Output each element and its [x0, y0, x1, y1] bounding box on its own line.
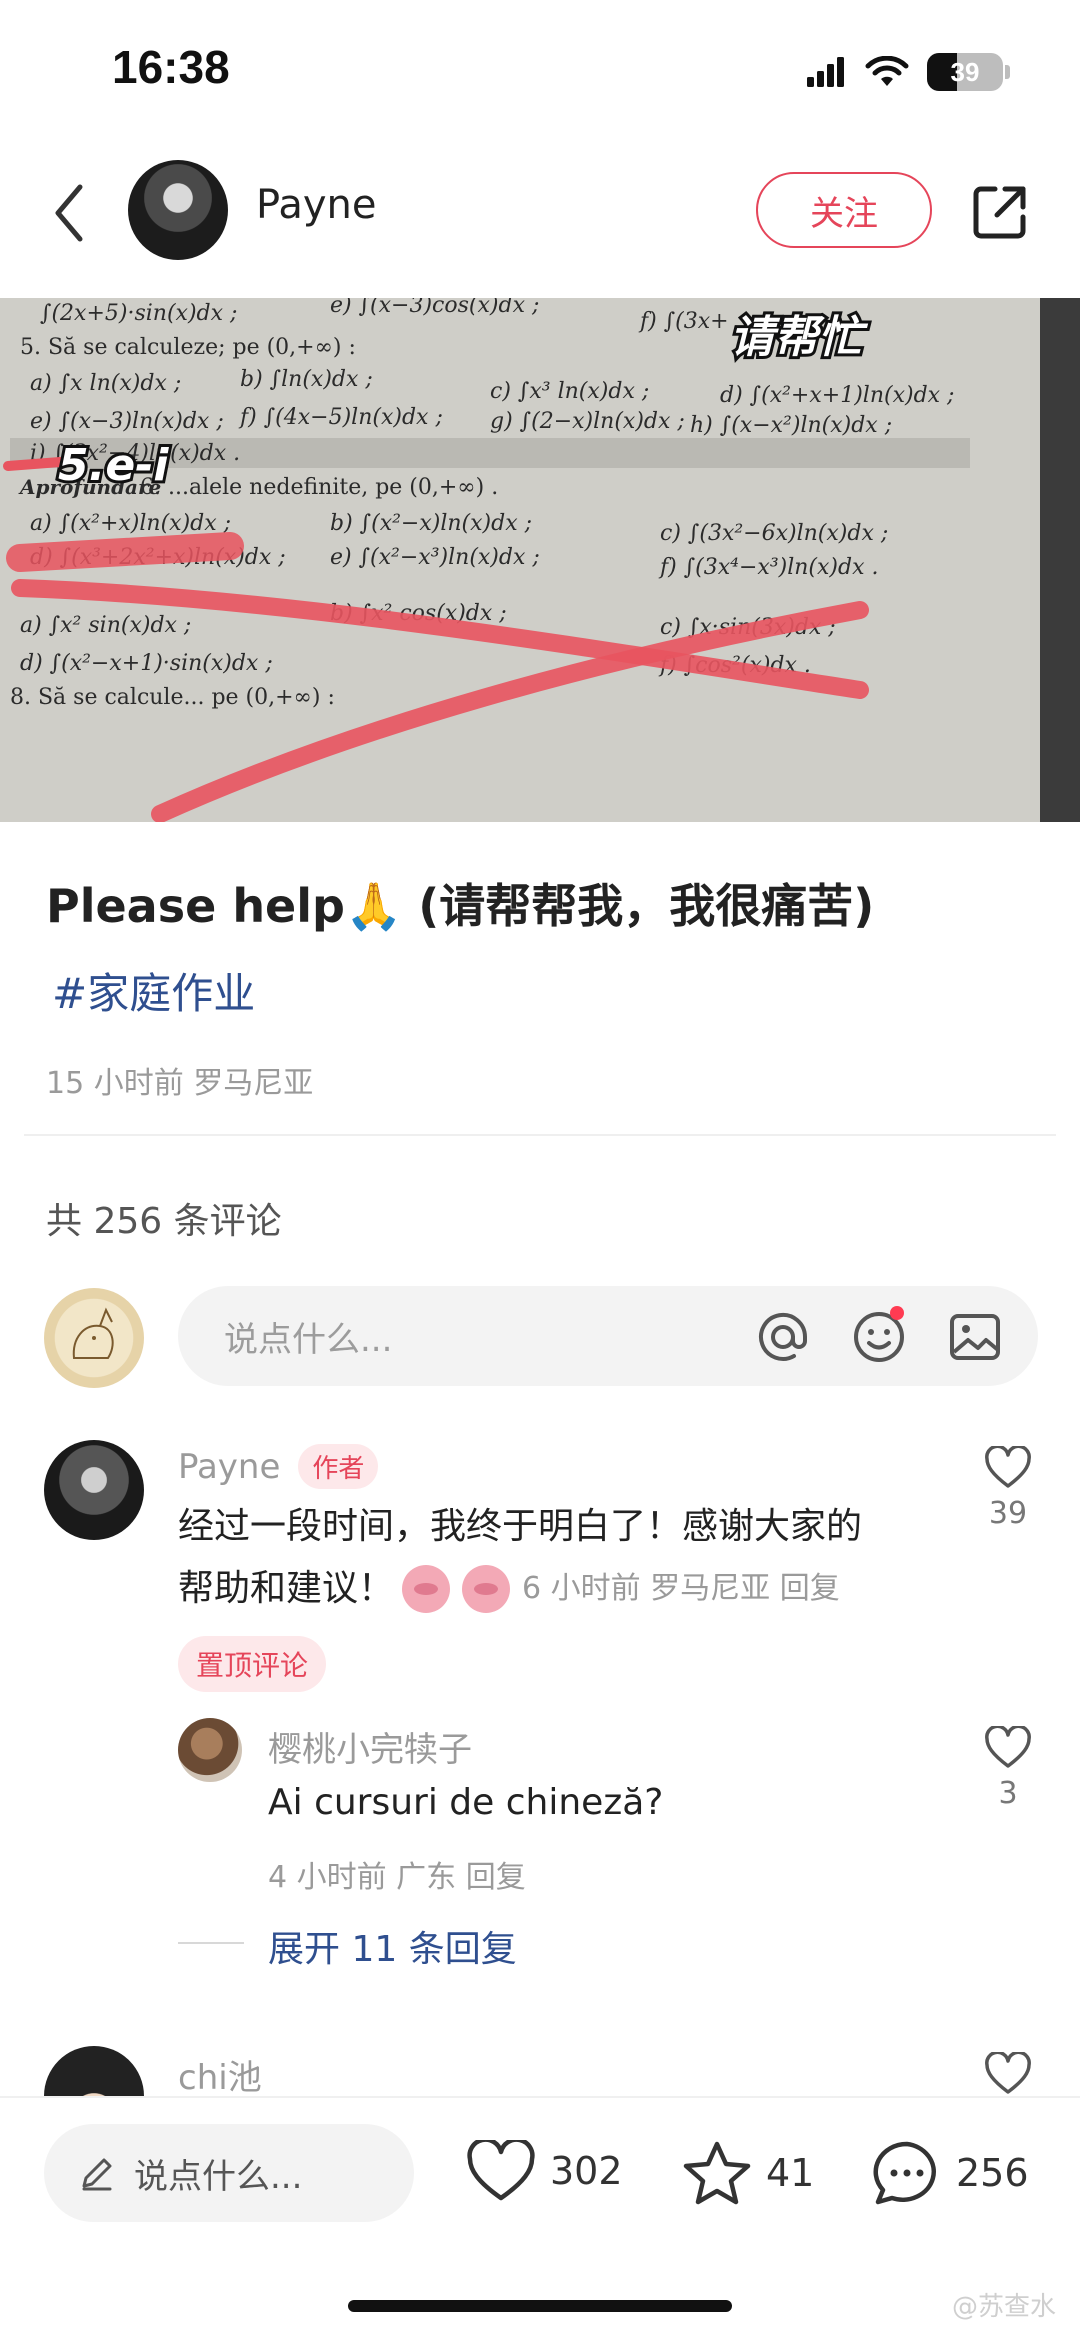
notification-dot [890, 1306, 904, 1320]
comment-like-count: 39 [988, 1496, 1028, 1531]
textbook-line: f) ∫(3x+ [638, 309, 729, 334]
scribble-tick [3, 457, 65, 471]
post-image[interactable]: ∫(2x+5)·sin(x)dx ; e) ∫(x−3)cos(x)dx ; f… [0, 298, 1080, 822]
comment-like-button[interactable]: 39 [973, 1446, 1043, 1531]
heart-icon [467, 2140, 535, 2201]
like-count: 302 [550, 2149, 623, 2193]
reply-like-button[interactable]: 3 [973, 1726, 1043, 1811]
textbook-line: 6. ...alele nedefinite, pe (0,+∞) . [140, 475, 498, 500]
chevron-left-icon [55, 184, 83, 242]
author-badge: 作者 [298, 1444, 379, 1489]
textbook-line: b) ∫(x²−x)ln(x)dx ; [330, 511, 532, 536]
hashtag-link[interactable]: #家庭作业 [52, 960, 255, 1021]
comment-text[interactable]: 经过一段时间，我终于明白了！感谢大家的 帮助和建议！ 6 小时前 罗马尼亚 回复 [178, 1496, 938, 1620]
status-time: 16:38 [112, 41, 230, 93]
comment-count: 共 256 条评论 [46, 1201, 282, 1242]
textbook-line: e) ∫(x−3)ln(x)dx ; [30, 409, 224, 434]
image-button[interactable] [948, 1310, 1002, 1364]
textbook-line: f) ∫(3x⁴−x³)ln(x)dx . [658, 555, 879, 580]
comment-text-line: 经过一段时间，我终于明白了！感谢大家的 [178, 1506, 863, 1547]
back-button[interactable] [44, 178, 94, 248]
share-icon [973, 186, 1026, 239]
divider [24, 1134, 1056, 1136]
star-icon [683, 2141, 751, 2205]
status-icons: 39 [807, 52, 1010, 92]
my-avatar[interactable] [44, 1288, 144, 1388]
sticker-icon [462, 1565, 511, 1613]
expand-divider [178, 1942, 244, 1944]
pinned-badge: 置顶评论 [178, 1636, 327, 1692]
textbook-line: e) ∫(x²−x³)ln(x)dx ; [330, 545, 540, 570]
collect-count: 41 [766, 2151, 815, 2195]
expand-replies-link[interactable]: 展开 11 条回复 [268, 1920, 517, 1972]
scribble-stroke [6, 532, 244, 572]
textbook-line: ∫(2x+5)·sin(x)dx ; [40, 301, 237, 326]
post-meta: 15 小时前 罗马尼亚 [46, 1066, 314, 1101]
follow-button[interactable]: 关注 [756, 172, 932, 248]
comment-text-line: 帮助和建议！ [178, 1568, 395, 1609]
textbook-line: 5. Să se calculeze; pe (0,+∞) : [20, 335, 356, 360]
home-indicator [348, 2300, 732, 2312]
pencil-icon [82, 2158, 112, 2191]
textbook-line: a) ∫(x²+x)ln(x)dx ; [30, 511, 231, 536]
bottom-comment-input[interactable]: 说点什么... [44, 2124, 414, 2222]
watermark: @苏查水 [951, 2292, 1056, 2322]
battery-nub [1005, 65, 1010, 79]
cellular-signal-icon [807, 57, 844, 87]
textbook-line: c) ∫(3x²−6x)ln(x)dx ; [660, 521, 888, 546]
textbook-line: g) ∫(2−x)ln(x)dx ; [490, 409, 685, 434]
textbook-line: a) ∫x ln(x)dx ; [30, 371, 181, 396]
comment-author-name[interactable]: chi池 [178, 2050, 262, 2099]
like-button[interactable]: 302 [466, 2140, 623, 2202]
comment-bubble-icon [873, 2141, 936, 2205]
author-avatar[interactable] [128, 160, 228, 260]
textbook-line: d) ∫(x²−x+1)·sin(x)dx ; [20, 651, 273, 676]
wifi-icon [865, 56, 909, 86]
textbook-line: f) ∫(4x−5)ln(x)dx ; [238, 405, 443, 430]
comment-meta[interactable]: 6 小时前 罗马尼亚 回复 [522, 1558, 840, 1620]
reply-avatar[interactable] [178, 1718, 242, 1782]
comments-count: 256 [956, 2151, 1029, 2195]
textbook-line: d) ∫(x²+x+1)ln(x)dx ; [720, 383, 954, 408]
textbook-line: a) ∫x² sin(x)dx ; [20, 613, 191, 638]
author-name[interactable]: Payne [256, 182, 376, 228]
comment-avatar[interactable] [44, 1440, 144, 1540]
post-title: Please help🙏 (请帮帮我，我很痛苦) [46, 879, 875, 933]
textbook-line: b) ∫ln(x)dx ; [240, 367, 373, 392]
comment-like-button[interactable] [973, 2052, 1043, 2096]
textbook-line: c) ∫x³ ln(x)dx ; [490, 379, 649, 404]
heart-icon [985, 1726, 1031, 1768]
bottom-input-placeholder: 说点什么... [134, 2156, 303, 2197]
reply-like-count: 3 [998, 1776, 1018, 1811]
reply-text[interactable]: Ai cursuri de chineză? [268, 1772, 663, 1834]
battery-icon: 39 [927, 53, 1003, 91]
reply-meta[interactable]: 4 小时前 广东 回复 [268, 1852, 526, 1896]
comment-header: Payne 作者 [178, 1444, 379, 1489]
collect-button[interactable]: 41 [682, 2140, 814, 2206]
sketch-avatar-image [72, 1307, 114, 1359]
heart-icon [985, 1446, 1031, 1488]
emoji-button[interactable] [852, 1306, 906, 1364]
mention-button[interactable] [756, 1310, 810, 1364]
textbook-line: 8. Să se calcule... pe (0,+∞) : [10, 685, 335, 710]
textbook-photo: ∫(2x+5)·sin(x)dx ; e) ∫(x−3)cos(x)dx ; f… [0, 298, 1080, 822]
share-button[interactable] [968, 180, 1032, 244]
battery-level: 39 [950, 56, 980, 87]
textbook-line: e) ∫(x−3)cos(x)dx ; [330, 298, 539, 318]
image-icon [950, 1314, 1000, 1360]
comment-input[interactable]: 说点什么... [178, 1286, 1038, 1386]
comments-button[interactable]: 256 [872, 2140, 1029, 2206]
overlay-text-help: 请帮忙 [730, 312, 869, 363]
textbook-line: h) ∫(x−x²)ln(x)dx ; [690, 413, 892, 438]
heart-icon [985, 2052, 1031, 2094]
sticker-icon [402, 1565, 451, 1613]
reply-author-name[interactable]: 樱桃小完犊子 [268, 1722, 472, 1771]
comment-input-placeholder: 说点什么... [224, 1319, 393, 1360]
at-icon [759, 1312, 807, 1361]
overlay-text-exercise: 5.e-i [58, 440, 169, 491]
comment-author-name[interactable]: Payne [178, 1447, 280, 1487]
